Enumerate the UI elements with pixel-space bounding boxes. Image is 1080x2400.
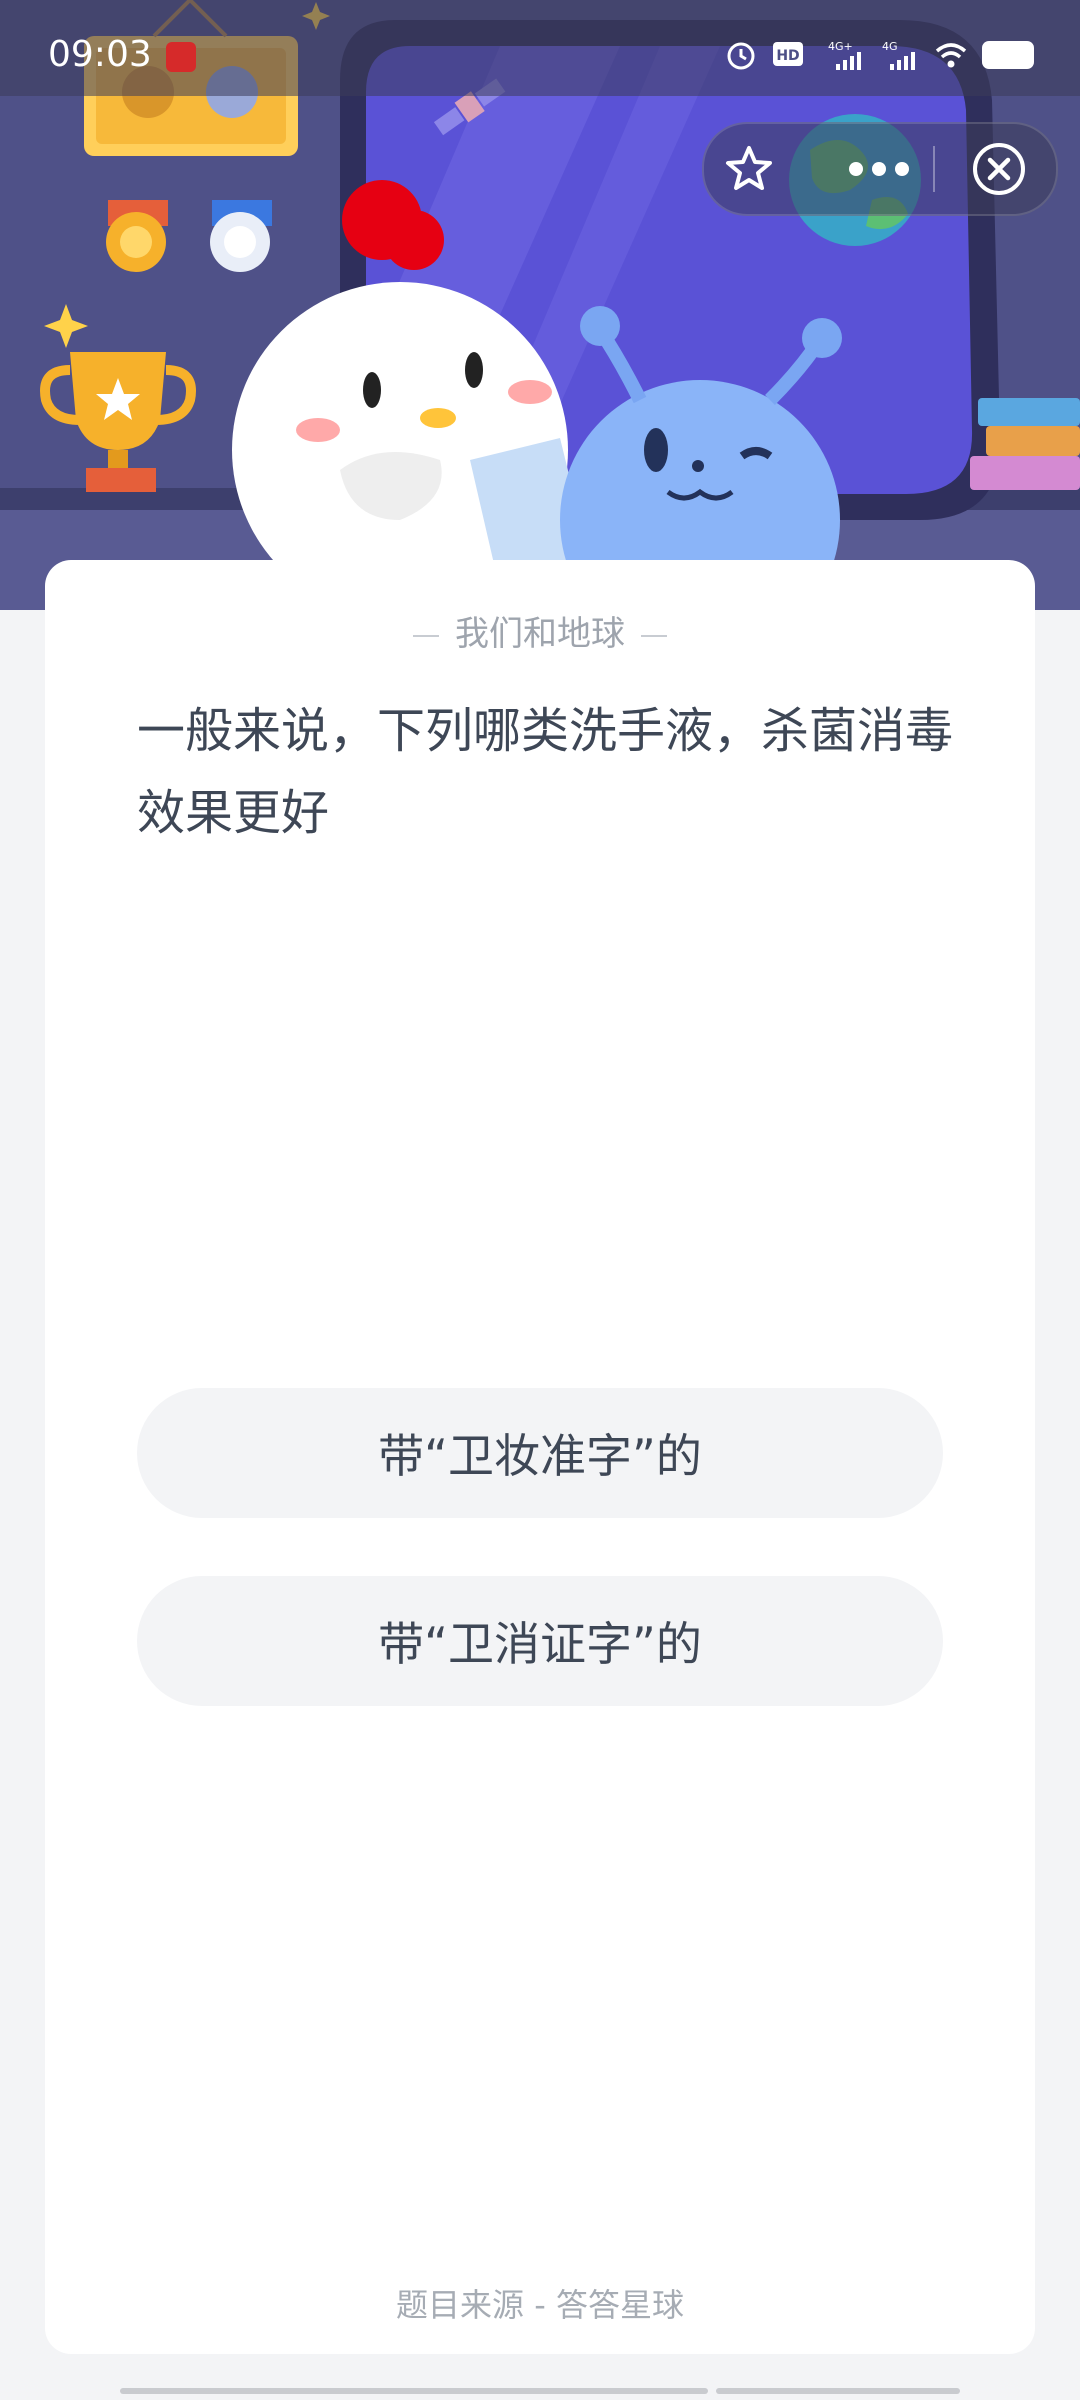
wifi-icon — [935, 43, 967, 68]
network-1-label: 4G+ — [828, 40, 853, 53]
network-2-label: 4G — [882, 40, 898, 53]
category-dash-left — [413, 634, 439, 637]
notification-app-icon — [166, 42, 196, 72]
battery-icon — [982, 41, 1034, 69]
close-button[interactable] — [954, 124, 1044, 214]
status-time: 09:03 — [48, 34, 152, 75]
signal-4g-icon: 4G — [882, 40, 915, 70]
miniprogram-capsule — [702, 122, 1058, 216]
answer-option-1[interactable]: 带“卫妆准字”的 — [137, 1388, 943, 1518]
status-icons: HD 4G+ 4G — [724, 38, 1034, 72]
answer-option-1-label: 带“卫妆准字”的 — [378, 1429, 702, 1483]
question-text: 一般来说，下列哪类洗手液，杀菌消毒效果更好 — [137, 703, 954, 841]
capsule-divider — [933, 146, 935, 192]
category-dash-right — [641, 634, 667, 637]
question-card: 我们和地球 一般来说，下列哪类洗手液，杀菌消毒效果更好 带“卫妆准字”的 带“卫… — [45, 560, 1035, 2354]
status-bar: 09:03 HD 4G+ 4G — [0, 0, 1080, 96]
hd-icon: HD — [773, 42, 803, 66]
category-label: 我们和地球 — [455, 614, 625, 654]
favorite-button[interactable] — [704, 124, 794, 214]
more-button[interactable] — [834, 124, 924, 214]
more-dots-icon — [849, 162, 909, 176]
gesture-bar-center — [372, 2388, 708, 2394]
category-title: 我们和地球 — [45, 606, 1035, 655]
alarm-icon — [727, 42, 755, 70]
gesture-bar-right — [716, 2388, 960, 2394]
answer-option-2[interactable]: 带“卫消证字”的 — [137, 1576, 943, 1706]
question-source: 题目来源 - 答答星球 — [396, 2286, 684, 2324]
signal-4g-plus-icon: 4G+ — [828, 40, 861, 70]
close-circle-icon — [973, 143, 1025, 195]
star-icon — [726, 146, 772, 190]
answer-option-2-label: 带“卫消证字”的 — [378, 1617, 702, 1671]
hd-label: HD — [776, 48, 799, 64]
